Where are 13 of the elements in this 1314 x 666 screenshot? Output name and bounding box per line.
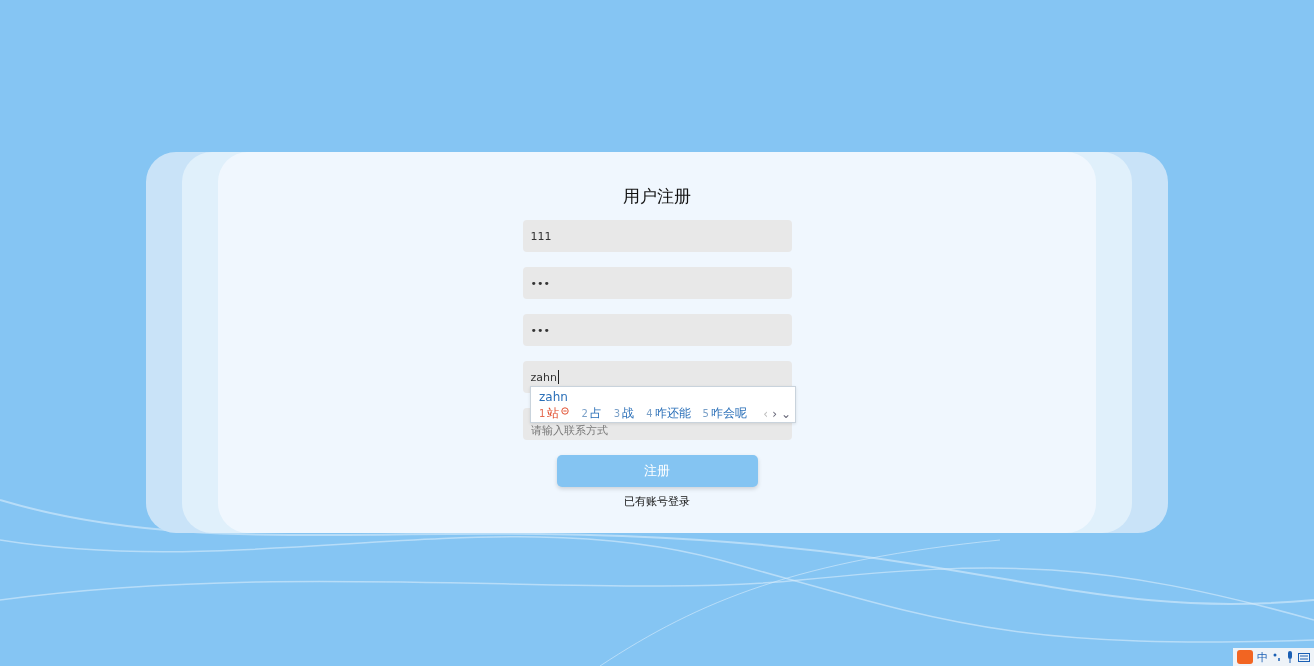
ime-candidate[interactable]: 4 咋还能: [646, 405, 691, 422]
input-field[interactable]: •••: [522, 314, 792, 346]
ime-candidate[interactable]: 2 占: [581, 405, 602, 422]
nav-arrow[interactable]: ⌄: [780, 406, 791, 421]
ime-candidate[interactable]: 1 站: [539, 405, 560, 422]
input-field[interactable]: 111: [522, 220, 792, 252]
ime-candidate[interactable]: 5 咋会呢: [702, 405, 747, 422]
ime-candidate[interactable]: 3 战: [613, 405, 635, 422]
input-mode-toggle[interactable]: 中: [1257, 649, 1268, 665]
nav-arrow[interactable]: ›: [772, 406, 777, 421]
form-title: 用户注册: [623, 185, 691, 208]
input-field[interactable]: •••: [522, 267, 792, 299]
login-link[interactable]: 已有账号登录: [624, 494, 690, 509]
